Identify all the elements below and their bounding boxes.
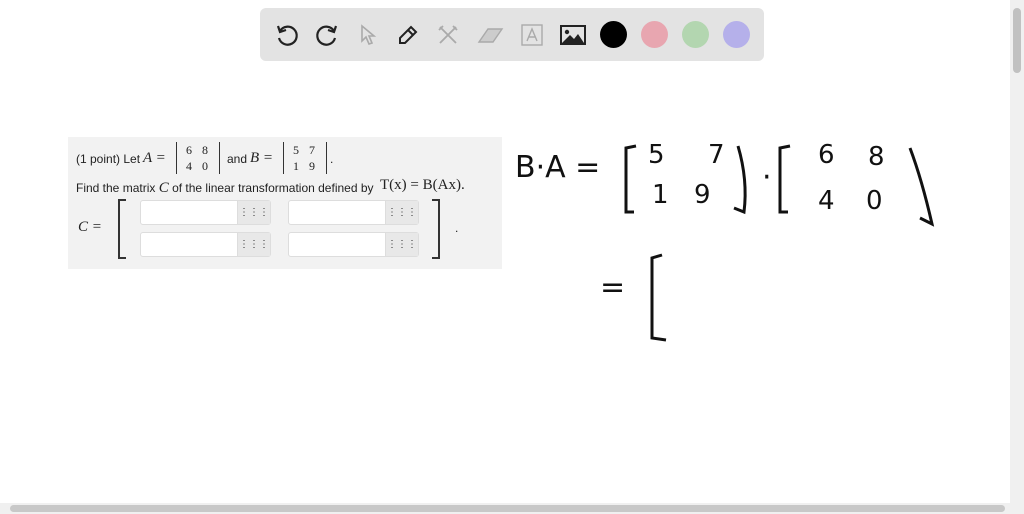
undo-icon[interactable] <box>272 20 302 50</box>
vertical-scroll-thumb[interactable] <box>1013 8 1021 73</box>
color-green[interactable] <box>682 21 709 48</box>
tools-icon[interactable] <box>433 20 463 50</box>
horizontal-scrollbar[interactable] <box>0 503 1024 514</box>
c11-input[interactable]: ⋮⋮⋮ <box>140 200 271 225</box>
grid-icon[interactable]: ⋮⋮⋮ <box>237 201 270 224</box>
horizontal-scroll-thumb[interactable] <box>10 505 1005 512</box>
select-icon[interactable] <box>353 20 383 50</box>
color-pink[interactable] <box>641 21 668 48</box>
hw-brackets <box>624 144 935 342</box>
vertical-scrollbar[interactable] <box>1010 0 1024 503</box>
c-label: C = <box>78 219 102 235</box>
c12-input[interactable]: ⋮⋮⋮ <box>288 200 419 225</box>
grid-icon[interactable]: ⋮⋮⋮ <box>385 233 418 256</box>
c21-input[interactable]: ⋮⋮⋮ <box>140 232 271 257</box>
redo-icon[interactable] <box>312 20 342 50</box>
right-bracket <box>432 199 440 259</box>
text-icon[interactable] <box>517 20 547 50</box>
grid-icon[interactable]: ⋮⋮⋮ <box>237 233 270 256</box>
hw-lhs: B·A = <box>515 150 601 185</box>
problem-panel: (1 point) Let A = 6840 and B = 5719 . Fi… <box>68 137 502 269</box>
and-text: and <box>227 152 248 166</box>
question-text: Find the matrix C of the linear transfor… <box>76 180 374 196</box>
image-icon[interactable] <box>558 20 588 50</box>
left-bracket <box>118 199 126 259</box>
formula: T(x) = B(Ax). <box>380 177 465 193</box>
matrix-b: 5719 <box>283 142 327 174</box>
grid-icon[interactable]: ⋮⋮⋮ <box>385 201 418 224</box>
b-label: B = <box>250 150 274 166</box>
a-label: A = <box>143 150 166 166</box>
pen-icon[interactable] <box>393 20 423 50</box>
color-purple[interactable] <box>723 21 750 48</box>
c22-input[interactable]: ⋮⋮⋮ <box>288 232 419 257</box>
eraser-icon[interactable] <box>475 20 505 50</box>
matrix-a: 6840 <box>176 142 220 174</box>
drawing-toolbar <box>260 8 764 61</box>
color-black[interactable] <box>600 21 627 48</box>
intro-text: (1 point) Let <box>76 152 141 166</box>
